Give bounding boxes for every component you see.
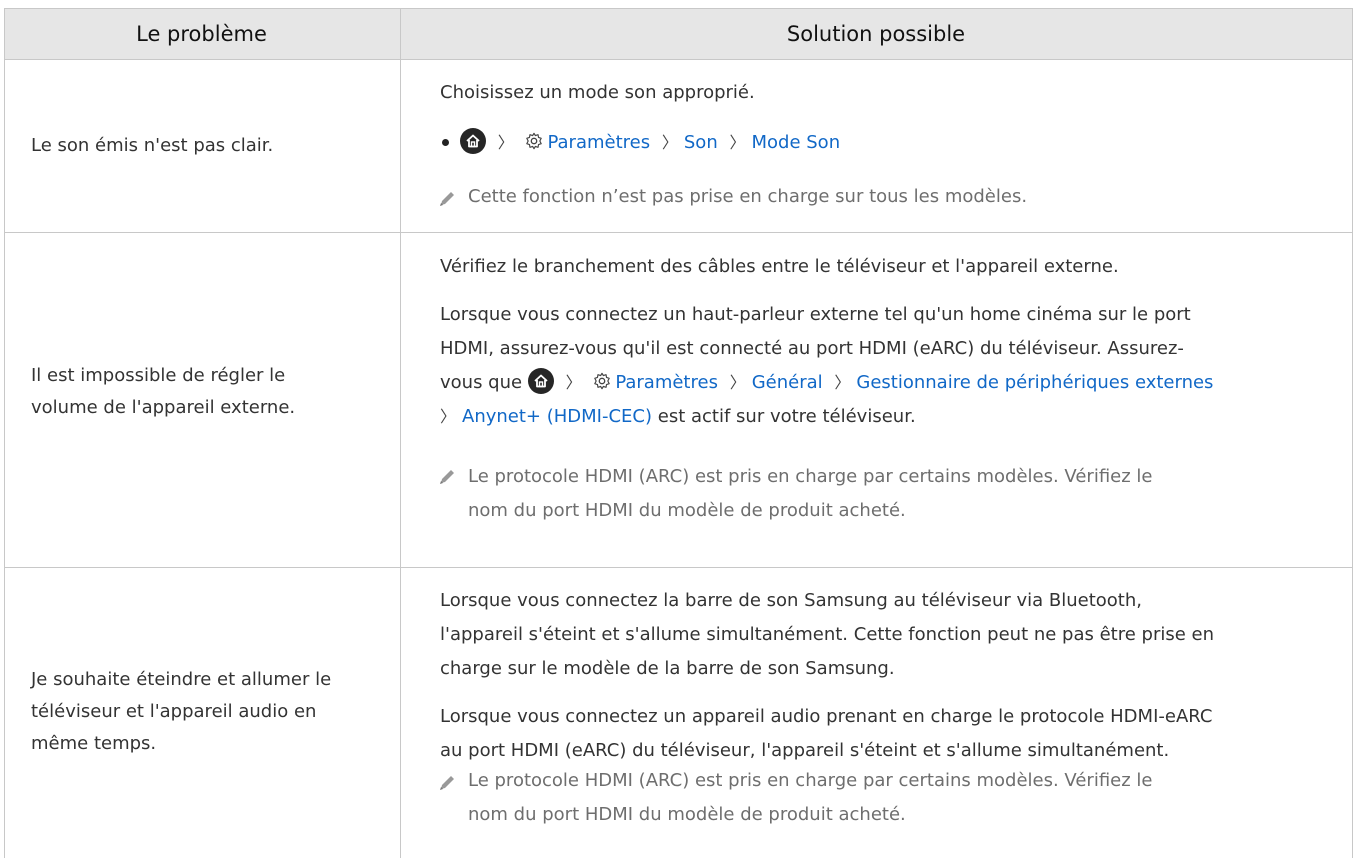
text-line: l'appareil s'éteint et s'allume simultan…: [440, 624, 1215, 645]
row-divider: [4, 567, 1352, 568]
problem-cell: Le son émis n'est pas clair.: [31, 135, 274, 156]
text-suffix: est actif sur votre téléviseur.: [657, 406, 916, 427]
note-text: Le protocole HDMI (ARC) est pris en char…: [468, 460, 1328, 528]
problem-line: téléviseur et l'appareil audio en: [31, 701, 317, 722]
home-icon: [460, 128, 486, 154]
chevron-right-icon: 〉: [661, 133, 678, 152]
problem-line: même temps.: [31, 733, 157, 754]
chevron-right-icon: 〉: [729, 133, 746, 152]
link-general[interactable]: Général: [752, 372, 823, 393]
solution-text: Lorsque vous connectez la barre de son S…: [440, 584, 1340, 686]
problem-line: Je souhaite éteindre et allumer le: [31, 669, 332, 690]
text-prefix: vous que: [440, 372, 523, 393]
text-line: Lorsque vous connectez la barre de son S…: [440, 590, 1142, 611]
header-problem: Le problème: [136, 22, 267, 46]
note-text: Cette fonction n’est pas prise en charge…: [468, 186, 1028, 207]
link-mode-son[interactable]: Mode Son: [751, 132, 840, 153]
table-border-left: [4, 8, 5, 858]
link-parametres[interactable]: Paramètres: [615, 372, 718, 393]
note-line: Le protocole HDMI (ARC) est pris en char…: [468, 466, 1153, 487]
problem-line: Il est impossible de régler le: [31, 365, 286, 386]
solution-text: Vérifiez le branchement des câbles entre…: [440, 256, 1119, 277]
settings-path-cont: 〉 Anynet+ (HDMI-CEC) est actif sur votre …: [440, 400, 1340, 434]
link-parametres[interactable]: Paramètres: [547, 132, 650, 153]
problem-line: volume de l'appareil externe.: [31, 397, 296, 418]
chevron-right-icon: 〉: [729, 373, 746, 392]
text-line: Lorsque vous connectez un haut-parleur e…: [440, 304, 1191, 325]
header-solution: Solution possible: [786, 22, 966, 46]
settings-path: vous que 〉 Paramètres 〉 Général 〉 Gestionn…: [440, 366, 1340, 400]
chevron-right-icon: 〉: [565, 373, 582, 392]
chevron-right-icon: 〉: [440, 407, 457, 426]
bullet: [442, 139, 449, 146]
solution-text: Lorsque vous connectez un appareil audio…: [440, 700, 1340, 768]
pencil-icon: [440, 192, 454, 206]
text-line: HDMI, assurez-vous qu'il est connecté au…: [440, 338, 1184, 359]
column-divider: [400, 8, 401, 858]
note-line: Le protocole HDMI (ARC) est pris en char…: [468, 770, 1153, 791]
row-divider: [4, 232, 1352, 233]
problem-cell: Je souhaite éteindre et allumer le télév…: [31, 664, 371, 760]
link-gestionnaire[interactable]: Gestionnaire de périphériques externes: [856, 372, 1213, 393]
chevron-right-icon: 〉: [497, 133, 514, 152]
chevron-right-icon: 〉: [834, 373, 851, 392]
settings-path: 〉 Paramètres 〉 Son 〉 Mode Son: [460, 126, 1358, 160]
note-text: Le protocole HDMI (ARC) est pris en char…: [468, 764, 1328, 832]
link-anynet[interactable]: Anynet+ (HDMI-CEC): [462, 406, 652, 427]
solution-text: Choisissez un mode son approprié.: [440, 82, 755, 103]
solution-text: Lorsque vous connectez un haut-parleur e…: [440, 298, 1340, 434]
pencil-icon: [440, 470, 454, 484]
problem-cell: Il est impossible de régler le volume de…: [31, 360, 371, 424]
text-line: charge sur le modèle de la barre de son …: [440, 658, 895, 679]
table-header: Le problème Solution possible: [4, 8, 1352, 60]
pencil-icon: [440, 776, 454, 790]
home-icon: [527, 368, 554, 394]
gear-icon: [526, 132, 543, 150]
gear-icon: [594, 372, 611, 390]
note-line: nom du port HDMI du modèle de produit ac…: [468, 804, 906, 825]
link-son[interactable]: Son: [684, 132, 718, 153]
text-line: Lorsque vous connectez un appareil audio…: [440, 706, 1213, 727]
text-line: au port HDMI (eARC) du téléviseur, l'app…: [440, 740, 1170, 761]
note-line: nom du port HDMI du modèle de produit ac…: [468, 500, 906, 521]
